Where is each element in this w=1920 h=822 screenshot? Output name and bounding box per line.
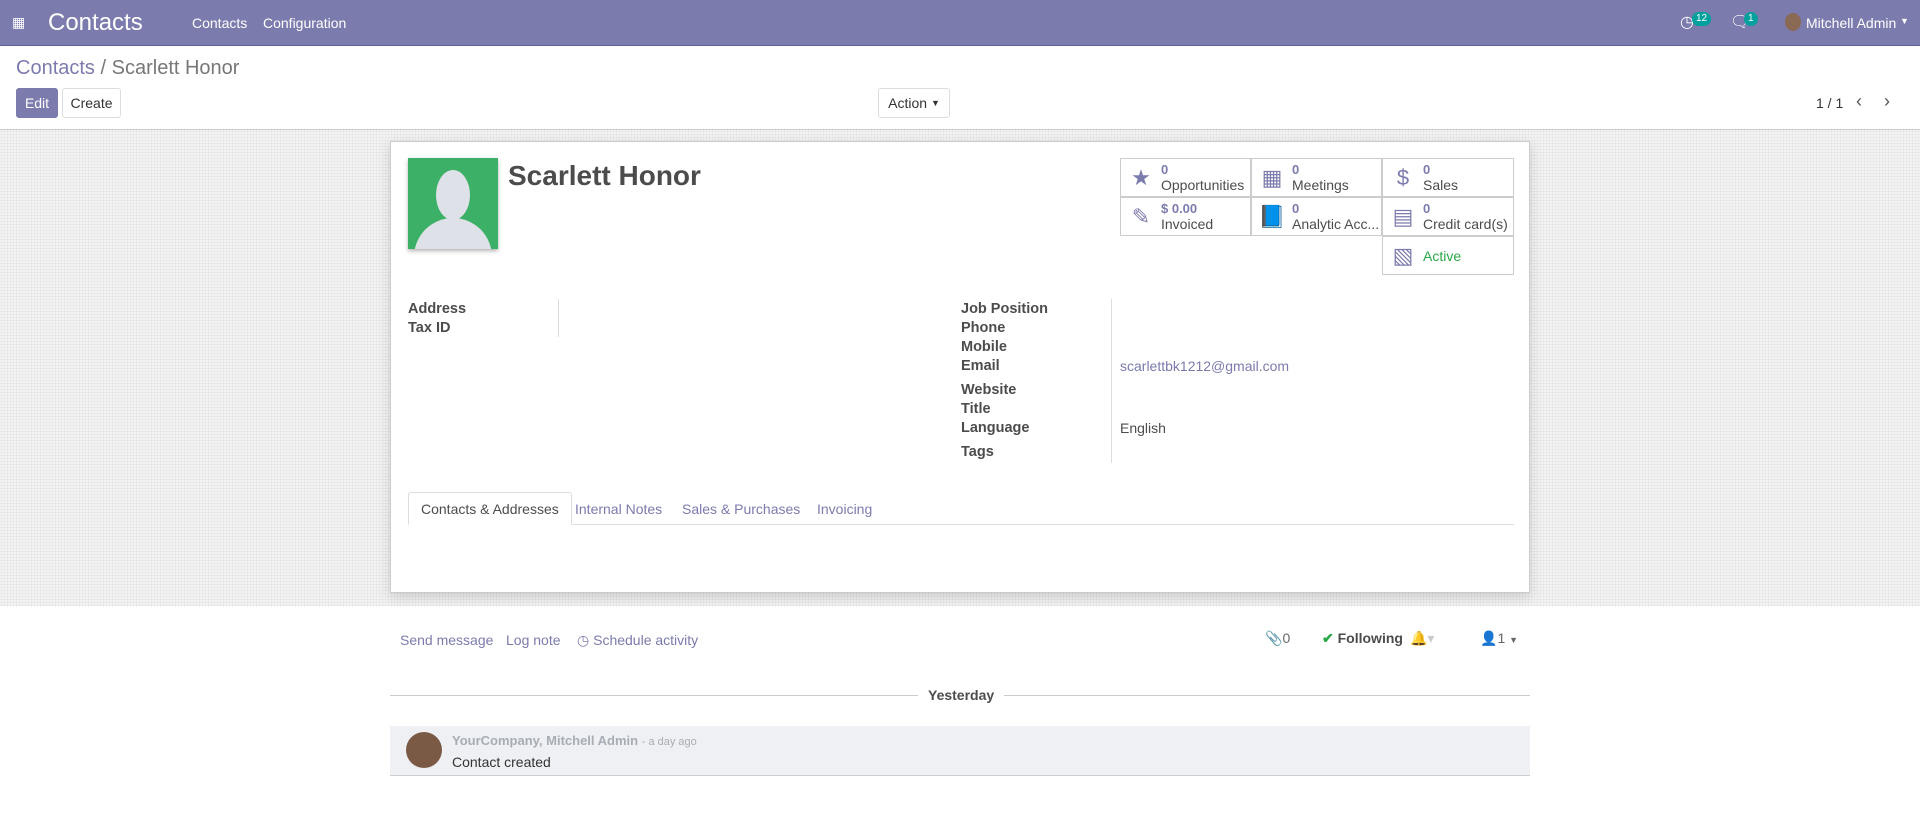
edit-icon: ✎	[1131, 203, 1151, 229]
author-avatar[interactable]	[406, 732, 442, 768]
top-navbar: ▦ Contacts Contacts Configuration ◷ 12 🗨…	[0, 0, 1920, 46]
tab-invoicing[interactable]: Invoicing	[805, 492, 884, 525]
messages-badge: 1	[1744, 12, 1758, 26]
breadcrumb: Contacts / Scarlett Honor	[16, 57, 239, 80]
phone-label: Phone	[961, 320, 1006, 336]
breadcrumb-contacts[interactable]: Contacts	[16, 57, 95, 79]
dollar-icon: $	[1396, 164, 1410, 190]
breadcrumb-current: Scarlett Honor	[111, 57, 240, 79]
archive-icon: ▧	[1392, 242, 1414, 268]
edit-button[interactable]: Edit	[16, 88, 58, 118]
date-separator: Yesterday	[918, 687, 1005, 703]
book-icon: 📘	[1258, 203, 1286, 229]
pager-previous-icon[interactable]: ‹	[1856, 91, 1862, 112]
email-value[interactable]: scarlettbk1212@gmail.com	[1120, 358, 1289, 374]
message-item: YourCompany, Mitchell Admin - a day ago …	[390, 726, 1530, 776]
message-time: - a day ago	[641, 736, 697, 748]
field-separator	[558, 299, 559, 337]
opportunities-button[interactable]: ★ 0 Opportunities	[1120, 158, 1251, 197]
action-label: Action	[888, 95, 928, 111]
calendar-icon: ▦	[1261, 164, 1283, 190]
message-author[interactable]: YourCompany, Mitchell Admin - a day ago	[452, 733, 697, 748]
tax-id-label: Tax ID	[408, 320, 451, 336]
address-label: Address	[408, 301, 467, 317]
following-button[interactable]: ✔ Following	[1322, 630, 1403, 647]
attachments-count: 0	[1282, 630, 1291, 646]
app-title[interactable]: Contacts	[48, 9, 143, 37]
menu-contacts[interactable]: Contacts	[192, 15, 247, 31]
tab-internal-notes[interactable]: Internal Notes	[563, 492, 674, 525]
tags-label: Tags	[961, 444, 994, 460]
contact-name: Scarlett Honor	[508, 160, 701, 191]
email-label: Email	[961, 358, 1000, 374]
analytic-accounts-button[interactable]: 📘 0 Analytic Acc...	[1251, 197, 1382, 236]
pager-value: 1 / 1	[1816, 95, 1844, 111]
sales-button[interactable]: $0 Sales	[1382, 158, 1514, 197]
chevron-down-icon[interactable]: ▼	[1900, 16, 1909, 26]
website-label: Website	[961, 382, 1017, 398]
send-message-button[interactable]: Send message	[400, 632, 493, 648]
schedule-activity-label: Schedule activity	[593, 632, 699, 648]
caret-down-icon: ▼	[930, 98, 940, 108]
invoiced-button[interactable]: ✎ $ 0.00 Invoiced	[1120, 197, 1251, 236]
attachments-button[interactable]: 📎0	[1265, 630, 1290, 647]
star-icon: ★	[1131, 164, 1151, 190]
schedule-activity-button[interactable]: ◷ Schedule activity	[577, 632, 698, 649]
clock-icon: ◷	[577, 632, 590, 648]
action-dropdown[interactable]: Action ▼	[878, 88, 950, 118]
credit-cards-button[interactable]: ▤ 0 Credit card(s)	[1382, 197, 1514, 236]
job-position-label: Job Position	[961, 301, 1048, 317]
check-icon: ✔	[1322, 630, 1334, 646]
active-toggle-button[interactable]: ▧ Active	[1382, 236, 1514, 275]
meetings-button[interactable]: ▦ 0 Meetings	[1251, 158, 1382, 197]
credit-card-icon: ▤	[1392, 203, 1414, 229]
user-icon: 👤	[1480, 630, 1498, 646]
title-label: Title	[961, 401, 991, 417]
log-note-button[interactable]: Log note	[506, 632, 561, 648]
mobile-label: Mobile	[961, 339, 1007, 355]
create-button[interactable]: Create	[62, 88, 121, 118]
chevron-down-icon: ▼	[1509, 635, 1519, 645]
user-menu[interactable]: Mitchell Admin	[1806, 15, 1896, 31]
tab-contacts-addresses[interactable]: Contacts & Addresses	[408, 492, 572, 525]
bell-icon[interactable]: 🔔▾	[1410, 630, 1434, 647]
message-body: Contact created	[452, 754, 551, 770]
language-value: English	[1120, 420, 1166, 436]
menu-configuration[interactable]: Configuration	[263, 15, 346, 31]
breadcrumb-separator: /	[100, 57, 107, 79]
followers-button[interactable]: 👤1 ▼	[1480, 630, 1518, 647]
activity-badge: 12	[1692, 12, 1712, 26]
paperclip-icon: 📎	[1265, 630, 1283, 646]
tab-sales-purchases[interactable]: Sales & Purchases	[670, 492, 812, 525]
following-label: Following	[1337, 630, 1403, 646]
contact-avatar[interactable]	[408, 158, 498, 249]
pager-next-icon[interactable]: ›	[1884, 91, 1890, 112]
field-separator	[1111, 299, 1112, 463]
user-avatar[interactable]	[1785, 13, 1801, 31]
followers-count: 1	[1497, 630, 1506, 646]
form-sheet: Scarlett Honor ★ 0 Opportunities ▦ 0 Meeting…	[390, 141, 1530, 593]
apps-menu-icon[interactable]: ▦	[12, 14, 25, 31]
language-label: Language	[961, 420, 1030, 436]
